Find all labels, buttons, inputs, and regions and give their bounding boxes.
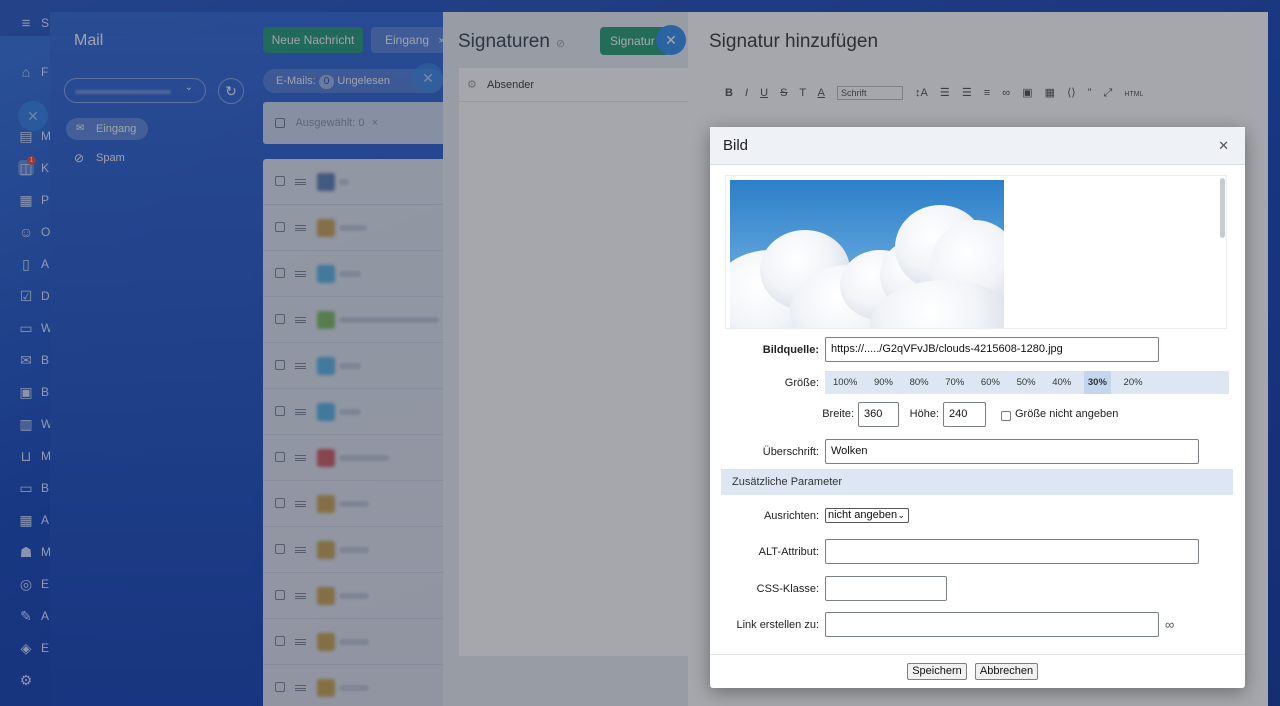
image-dialog: Bild ✕ Bildquelle: https://...../G2qVFvJ… — [710, 127, 1245, 688]
link-chain-icon[interactable]: ∞ — [1165, 617, 1174, 632]
height-label: Höhe: — [909, 408, 939, 420]
size-option[interactable]: 100% — [829, 371, 861, 394]
size-option[interactable]: 60% — [977, 371, 1004, 394]
link-input[interactable] — [825, 612, 1159, 637]
css-class-input[interactable] — [825, 576, 947, 601]
alt-input[interactable] — [825, 539, 1199, 564]
no-size-label: Größe nicht angeben — [1015, 408, 1119, 420]
chevron-down-icon: ⌄ — [897, 510, 905, 520]
size-option[interactable]: 80% — [906, 371, 933, 394]
css-class-label: CSS-Klasse: — [756, 583, 819, 595]
link-label: Link erstellen zu: — [736, 619, 819, 631]
image-source-input[interactable]: https://...../G2qVFvJB/clouds-4215608-12… — [825, 337, 1159, 362]
close-icon[interactable]: ✕ — [1218, 138, 1229, 154]
alt-label: ALT-Attribut: — [758, 546, 819, 558]
dialog-header: Bild ✕ — [710, 127, 1245, 165]
size-option[interactable]: 20% — [1120, 371, 1147, 394]
cancel-button[interactable]: Abbrechen — [975, 663, 1038, 680]
image-preview — [725, 175, 1227, 329]
align-value: nicht angeben — [828, 509, 898, 521]
size-option[interactable]: 40% — [1048, 371, 1075, 394]
caption-input[interactable]: Wolken — [825, 439, 1199, 464]
no-size-checkbox[interactable] — [1001, 411, 1011, 421]
size-option[interactable]: 50% — [1013, 371, 1040, 394]
save-button[interactable]: Speichern — [907, 663, 967, 680]
additional-params-section[interactable]: Zusätzliche Parameter — [721, 469, 1233, 495]
source-label: Bildquelle: — [762, 344, 819, 356]
dialog-title: Bild — [723, 137, 749, 154]
caption-label: Überschrift: — [762, 446, 819, 458]
width-input[interactable]: 360 — [858, 402, 899, 427]
dialog-footer: Speichern Abbrechen — [710, 654, 1245, 688]
align-label: Ausrichten: — [763, 510, 819, 522]
align-select[interactable]: nicht angeben ⌄ — [825, 508, 909, 523]
size-option[interactable]: 70% — [941, 371, 968, 394]
size-option[interactable]: 90% — [870, 371, 897, 394]
size-presets: 100% 90% 80% 70% 60% 50% 40% 30% 20% — [825, 371, 1229, 394]
clouds-image — [730, 180, 1004, 328]
height-input[interactable]: 240 — [943, 402, 986, 427]
width-label: Breite: — [822, 408, 854, 420]
size-option-selected[interactable]: 30% — [1083, 371, 1111, 394]
size-label: Größe: — [784, 377, 819, 389]
preview-scrollbar[interactable] — [1220, 178, 1225, 238]
